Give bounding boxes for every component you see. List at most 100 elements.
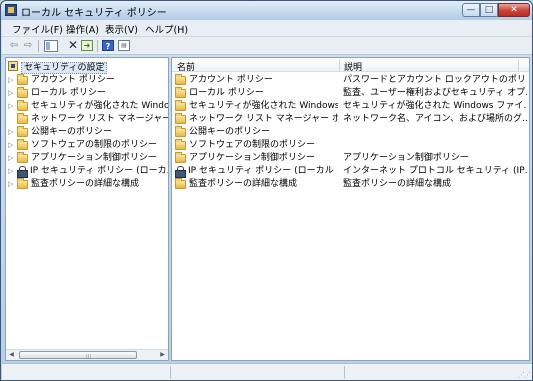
folder-icon xyxy=(17,74,28,85)
list-item-name: IP セキュリティ ポリシー (ローカル コ… xyxy=(188,166,338,176)
list-cell-name: ソフトウェアの制限のポリシー xyxy=(175,139,338,152)
toolbar-separator xyxy=(38,40,39,52)
tree-item-label: 公開キーのポリシー xyxy=(31,127,113,137)
list-cell-name: IP セキュリティ ポリシー (ローカル コ… xyxy=(175,165,338,178)
list-cell-name: ローカル ポリシー xyxy=(175,87,338,100)
details-list[interactable]: 名前 説明 アカウント ポリシー パスワードとアカウント ロックアウトのポリ… ロー… xyxy=(171,57,530,361)
tree-item[interactable]: ▷ アプリケーション制御ポリシー xyxy=(8,152,157,165)
column-divider[interactable] xyxy=(339,59,340,71)
maximize-button[interactable]: □ xyxy=(480,3,498,17)
list-row[interactable]: アカウント ポリシー パスワードとアカウント ロックアウトのポリ… xyxy=(172,74,529,87)
tree-item-label: ローカル ポリシー xyxy=(31,88,106,98)
menu-action[interactable]: 操作(A) xyxy=(66,22,99,36)
menu-help[interactable]: ヘルプ(H) xyxy=(145,22,188,36)
tree-item-label: IP セキュリティ ポリシー (ローカル xyxy=(30,166,169,176)
scroll-thumb[interactable]: ||| xyxy=(19,351,137,360)
tree-item[interactable]: ネットワーク リスト マネージャー ポ xyxy=(8,113,168,126)
expand-arrow-icon[interactable]: ▷ xyxy=(8,178,17,191)
show-hide-tree-icon[interactable] xyxy=(44,40,58,52)
list-row[interactable]: ソフトウェアの制限のポリシー xyxy=(172,139,529,152)
ip-security-lock-icon xyxy=(175,166,186,178)
scroll-grip-icon: ||| xyxy=(86,354,92,360)
export-list-icon[interactable]: ➜ xyxy=(81,40,93,51)
tree-horizontal-scrollbar[interactable]: ◀ ||| ▶ xyxy=(6,349,168,360)
expand-arrow-icon[interactable]: ▷ xyxy=(8,165,17,178)
list-row[interactable]: アプリケーション制御ポリシー アプリケーション制御ポリシー xyxy=(172,152,529,165)
properties-icon[interactable]: ▤ xyxy=(118,40,130,51)
delete-icon[interactable]: ✕ xyxy=(66,39,80,52)
back-arrow-icon[interactable]: ⇦ xyxy=(7,39,21,52)
list-row[interactable]: 監査ポリシーの詳細な構成 監査ポリシーの詳細な構成 xyxy=(172,178,529,191)
tree-item[interactable]: ▷ アカウント ポリシー xyxy=(8,74,115,87)
list-row[interactable]: 公開キーのポリシー xyxy=(172,126,529,139)
folder-icon xyxy=(17,113,28,124)
list-row[interactable]: ネットワーク リスト マネージャー ポ… ネットワーク名、アイコン、および場所のグ… xyxy=(172,113,529,126)
minimize-button[interactable]: — xyxy=(462,3,480,17)
expand-arrow-icon[interactable]: ▷ xyxy=(8,152,17,165)
column-header-description[interactable]: 説明 xyxy=(344,60,362,73)
folder-icon xyxy=(175,87,186,98)
list-cell-name: 公開キーのポリシー xyxy=(175,126,338,139)
list-item-description: ネットワーク名、アイコン、および場所のグ… xyxy=(343,114,527,124)
window-title: ローカル セキュリティ ポリシー xyxy=(21,8,167,19)
expand-arrow-icon[interactable]: ▷ xyxy=(8,139,17,152)
list-row[interactable]: IP セキュリティ ポリシー (ローカル コ… インターネット プロトコル セキュ… xyxy=(172,165,529,178)
expand-arrow-icon[interactable]: ▷ xyxy=(8,87,17,100)
folder-icon xyxy=(17,87,28,98)
folder-icon xyxy=(175,139,186,150)
folder-icon xyxy=(175,178,186,189)
expand-arrow-icon[interactable]: ▷ xyxy=(8,100,17,113)
console-tree[interactable]: セキュリティの設定 ▷ アカウント ポリシー ▷ ローカル ポリシー ▷ セキュリティが強… xyxy=(5,57,169,361)
expand-arrow-icon[interactable]: ▷ xyxy=(8,74,17,87)
security-settings-icon xyxy=(8,61,18,71)
resize-grip-icon[interactable]: ⋰⋰ xyxy=(518,371,531,379)
status-bar: ⋰⋰ xyxy=(2,363,532,380)
tree-item[interactable]: ▷ ローカル ポリシー xyxy=(8,87,106,100)
tree-root-security-settings[interactable]: セキュリティの設定 xyxy=(8,60,108,74)
toolbar-separator xyxy=(97,40,98,52)
list-item-description: パスワードとアカウント ロックアウトのポリ… xyxy=(343,75,527,85)
tree-item[interactable]: ▷ IP セキュリティ ポリシー (ローカル xyxy=(8,165,169,178)
list-item-description: 監査、ユーザー権利およびセキュリティ オプ… xyxy=(343,88,527,98)
tree-item[interactable]: ▷ セキュリティが強化された Windows xyxy=(8,100,169,113)
scroll-right-icon[interactable]: ▶ xyxy=(157,350,168,360)
status-separator xyxy=(344,366,345,379)
tree-item[interactable]: ▷ ソフトウェアの制限のポリシー xyxy=(8,139,157,152)
list-cell-name: 監査ポリシーの詳細な構成 xyxy=(175,178,338,191)
folder-icon xyxy=(175,100,186,111)
help-icon[interactable]: ? xyxy=(102,40,114,51)
tree-item-label: セキュリティが強化された Windows xyxy=(31,101,169,111)
folder-icon xyxy=(17,100,28,111)
column-divider[interactable] xyxy=(518,59,519,71)
list-item-name: 公開キーのポリシー xyxy=(189,127,271,137)
list-item-description: アプリケーション制御ポリシー xyxy=(343,153,469,163)
title-bar[interactable]: ローカル セキュリティ ポリシー — □ ✕ xyxy=(1,1,532,20)
list-item-name: 監査ポリシーの詳細な構成 xyxy=(189,179,298,189)
folder-icon xyxy=(17,178,28,189)
close-button[interactable]: ✕ xyxy=(498,3,530,17)
toolbar: ⇦ ⇨ ✕ ➜ ? ▤ xyxy=(2,37,532,55)
expand-arrow-icon[interactable]: ▷ xyxy=(8,126,17,139)
folder-icon xyxy=(175,74,186,85)
folder-icon xyxy=(17,139,28,150)
scroll-left-icon[interactable]: ◀ xyxy=(6,350,17,360)
folder-icon xyxy=(175,113,186,124)
security-policy-app-icon xyxy=(5,4,17,16)
list-item-name: セキュリティが強化された Windows … xyxy=(189,101,338,111)
tree-item[interactable]: ▷ 公開キーのポリシー xyxy=(8,126,112,139)
menu-file[interactable]: ファイル(F) xyxy=(12,22,63,36)
menu-view[interactable]: 表示(V) xyxy=(105,22,138,36)
list-item-name: ネットワーク リスト マネージャー ポ… xyxy=(189,114,338,124)
list-cell-name: アカウント ポリシー xyxy=(175,74,338,87)
list-item-name: ローカル ポリシー xyxy=(189,88,264,98)
list-row[interactable]: ローカル ポリシー 監査、ユーザー権利およびセキュリティ オプ… xyxy=(172,87,529,100)
folder-icon xyxy=(17,152,28,163)
tree-item-label: 監査ポリシーの詳細な構成 xyxy=(31,179,140,189)
column-header-name[interactable]: 名前 xyxy=(177,60,195,73)
list-item-name: アカウント ポリシー xyxy=(189,75,273,85)
list-row[interactable]: セキュリティが強化された Windows … セキュリティが強化された Windo… xyxy=(172,100,529,113)
tree-item[interactable]: ▷ 監査ポリシーの詳細な構成 xyxy=(8,178,139,191)
forward-arrow-icon[interactable]: ⇨ xyxy=(21,39,35,52)
list-item-name: ソフトウェアの制限のポリシー xyxy=(189,140,316,150)
menu-bar: ファイル(F) 操作(A) 表示(V) ヘルプ(H) xyxy=(2,20,532,37)
